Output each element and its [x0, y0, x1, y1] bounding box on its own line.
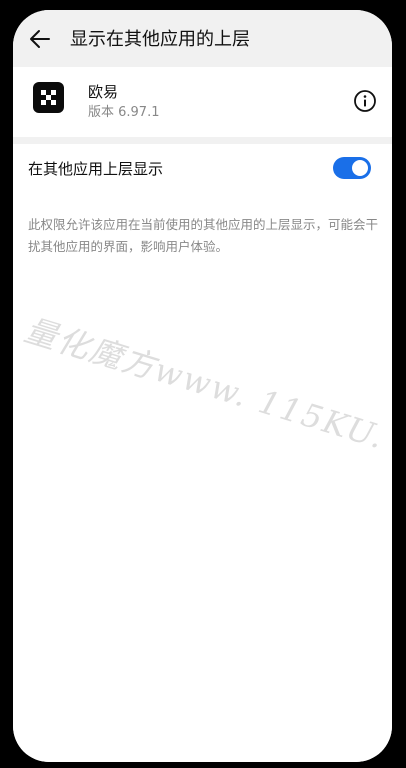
app-info-card: 欧易 版本 6.97.1: [13, 67, 392, 137]
info-icon[interactable]: [353, 89, 377, 113]
app-version: 版本 6.97.1: [88, 105, 160, 120]
permission-description: 此权限允许该应用在当前使用的其他应用的上层显示，可能会干扰其他应用的界面，影响用…: [28, 217, 379, 254]
app-name: 欧易: [88, 83, 119, 101]
toggle-knob: [352, 160, 368, 176]
settings-section: 在其他应用上层显示 此权限允许该应用在当前使用的其他应用的上层显示，可能会干扰其…: [13, 144, 392, 762]
page-title: 显示在其他应用的上层: [70, 29, 250, 50]
top-bar: 显示在其他应用的上层: [13, 10, 392, 67]
back-arrow-icon[interactable]: [27, 26, 53, 52]
okx-logo-icon: [33, 82, 64, 113]
overlay-setting-label: 在其他应用上层显示: [28, 160, 164, 178]
overlay-toggle-switch[interactable]: [333, 157, 371, 179]
phone-screen: 显示在其他应用的上层 欧易 版本 6.97.1 在其他应用上层显示 此权限允许该…: [13, 10, 392, 762]
